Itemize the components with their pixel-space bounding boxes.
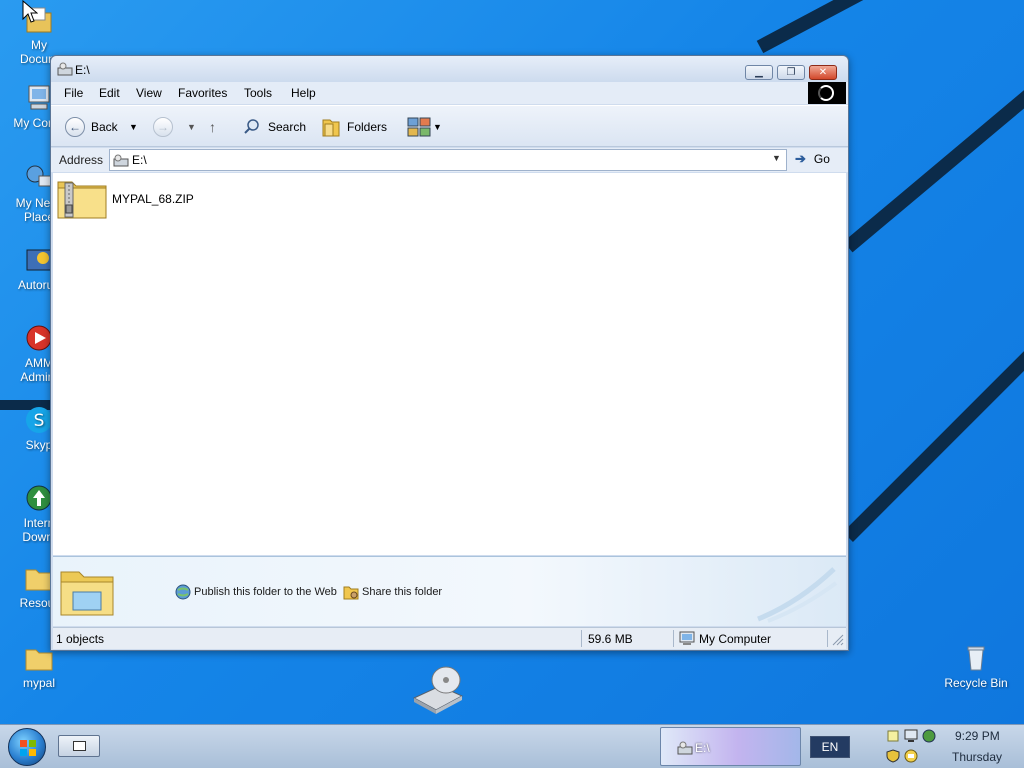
address-value: E:\ xyxy=(132,153,147,167)
computer-icon xyxy=(679,631,695,645)
clock-time[interactable]: 9:29 PM xyxy=(955,729,1000,743)
drive-icon xyxy=(677,741,693,755)
taskbar: E:\ EN 9:29 PM Thursday xyxy=(0,724,1024,768)
desktop-window-icon xyxy=(73,741,86,751)
desktop-icon-label: Recycle Bin xyxy=(944,676,1008,690)
start-button[interactable] xyxy=(8,728,46,766)
large-folder-icon xyxy=(60,571,114,616)
minimize-button[interactable]: ▁ xyxy=(745,65,773,80)
network-tray-icon[interactable] xyxy=(904,729,918,743)
go-button[interactable]: ➔ Go xyxy=(795,151,830,167)
status-divider xyxy=(673,630,674,647)
window-title: E:\ xyxy=(75,63,90,77)
back-label: Back xyxy=(91,120,118,134)
recycle-bin-icon xyxy=(967,646,985,671)
up-arrow-icon: ↑ xyxy=(209,119,216,135)
up-button[interactable]: ↑ xyxy=(209,116,216,138)
status-divider xyxy=(827,630,828,647)
toolbar: ← Back ▼ → ▼ ↑ Search Folders ▼ xyxy=(51,105,848,147)
folders-button[interactable]: Folders xyxy=(321,116,387,138)
status-zone: My Computer xyxy=(699,632,772,646)
go-arrow-icon: ➔ xyxy=(795,151,806,166)
activity-throbber xyxy=(808,82,846,104)
menu-file[interactable]: File xyxy=(64,86,83,100)
menu-bar: File Edit View Favorites Tools Help xyxy=(51,82,848,104)
publish-folder-link[interactable]: Publish this folder to the Web xyxy=(175,584,337,600)
search-label: Search xyxy=(268,120,307,134)
loading-ring-icon xyxy=(818,85,834,101)
svg-text:S: S xyxy=(34,411,45,431)
minimize-icon: ▁ xyxy=(755,67,763,78)
back-dropdown[interactable]: ▼ xyxy=(129,116,138,138)
share-folder-icon xyxy=(343,586,359,600)
address-bar: Address E:\ ▼ ➔ Go xyxy=(51,148,848,172)
menu-edit[interactable]: Edit xyxy=(99,86,120,100)
resize-grip-icon[interactable] xyxy=(832,634,844,646)
wallpaper-stripe xyxy=(843,348,1024,542)
title-bar[interactable]: E:\ ▁ ❐ ✕ xyxy=(51,56,848,82)
wallpaper-stripe xyxy=(756,0,958,54)
cd-drive-icon xyxy=(412,666,464,714)
desktop-icon-label: mypal xyxy=(22,676,55,690)
chevron-down-icon: ▼ xyxy=(187,122,196,132)
share-folder-link[interactable]: Share this folder xyxy=(343,584,442,600)
security-shield-icon[interactable] xyxy=(886,749,900,763)
task-pane-watermark xyxy=(757,567,838,623)
close-button[interactable]: ✕ xyxy=(809,65,837,80)
restore-icon: ❐ xyxy=(786,67,796,78)
forward-arrow-icon: → xyxy=(153,117,173,137)
address-input[interactable]: E:\ ▼ xyxy=(109,149,787,171)
drive-icon xyxy=(57,62,73,76)
status-bar: 1 objects 59.6 MB My Computer xyxy=(53,627,846,649)
back-arrow-icon: ← xyxy=(65,117,85,137)
go-label: Go xyxy=(813,152,830,166)
globe-icon xyxy=(175,584,191,600)
forward-button[interactable]: → xyxy=(153,116,173,138)
status-divider xyxy=(581,630,582,647)
menu-favorites[interactable]: Favorites xyxy=(178,86,227,100)
language-indicator[interactable]: EN xyxy=(810,736,850,758)
file-list[interactable]: MYPAL_68.ZIP xyxy=(53,173,846,555)
zip-folder-icon xyxy=(57,181,107,219)
forward-dropdown[interactable]: ▼ xyxy=(187,116,196,138)
publish-folder-label: Publish this folder to the Web xyxy=(194,586,337,598)
search-icon xyxy=(244,119,259,134)
folders-icon xyxy=(322,119,340,137)
explorer-window: E:\ ▁ ❐ ✕ File Edit View Favorites Tools… xyxy=(50,55,849,651)
task-pane: Publish this folder to the Web Share thi… xyxy=(53,556,846,626)
chevron-down-icon: ▼ xyxy=(129,122,138,132)
desktop-icon-recycle-bin[interactable]: Recycle Bin xyxy=(940,642,1012,690)
globe-tray-icon[interactable] xyxy=(922,729,936,743)
file-name: MYPAL_68.ZIP xyxy=(112,192,194,206)
update-tray-icon[interactable] xyxy=(904,749,918,763)
address-dropdown-icon[interactable]: ▼ xyxy=(772,153,784,163)
menu-view[interactable]: View xyxy=(136,86,162,100)
drive-icon xyxy=(113,154,129,167)
file-item[interactable]: MYPAL_68.ZIP xyxy=(57,179,194,219)
maximize-button[interactable]: ❐ xyxy=(777,65,805,80)
mouse-cursor-icon xyxy=(22,0,38,23)
search-button[interactable]: Search xyxy=(243,116,306,138)
system-tray xyxy=(886,729,938,765)
taskbar-window-label: E:\ xyxy=(695,741,710,755)
menu-tools[interactable]: Tools xyxy=(244,86,272,100)
windows-logo-icon xyxy=(20,740,36,756)
status-size: 59.6 MB xyxy=(588,632,633,646)
clock-day[interactable]: Thursday xyxy=(952,750,1002,764)
wallpaper-stripe xyxy=(843,74,1024,253)
taskbar-window-button[interactable]: E:\ xyxy=(660,727,801,766)
address-label: Address xyxy=(59,153,104,167)
views-grid-icon xyxy=(407,117,431,137)
share-folder-label: Share this folder xyxy=(362,586,443,598)
views-button[interactable]: ▼ xyxy=(407,116,442,138)
status-object-count: 1 objects xyxy=(56,632,105,646)
chevron-down-icon: ▼ xyxy=(433,122,442,132)
close-icon: ✕ xyxy=(818,67,828,78)
menu-help[interactable]: Help xyxy=(291,86,316,100)
back-button[interactable]: ← Back xyxy=(65,116,118,138)
tray-note-icon[interactable] xyxy=(886,729,900,743)
folders-label: Folders xyxy=(347,120,388,134)
show-desktop-button[interactable] xyxy=(58,735,100,757)
